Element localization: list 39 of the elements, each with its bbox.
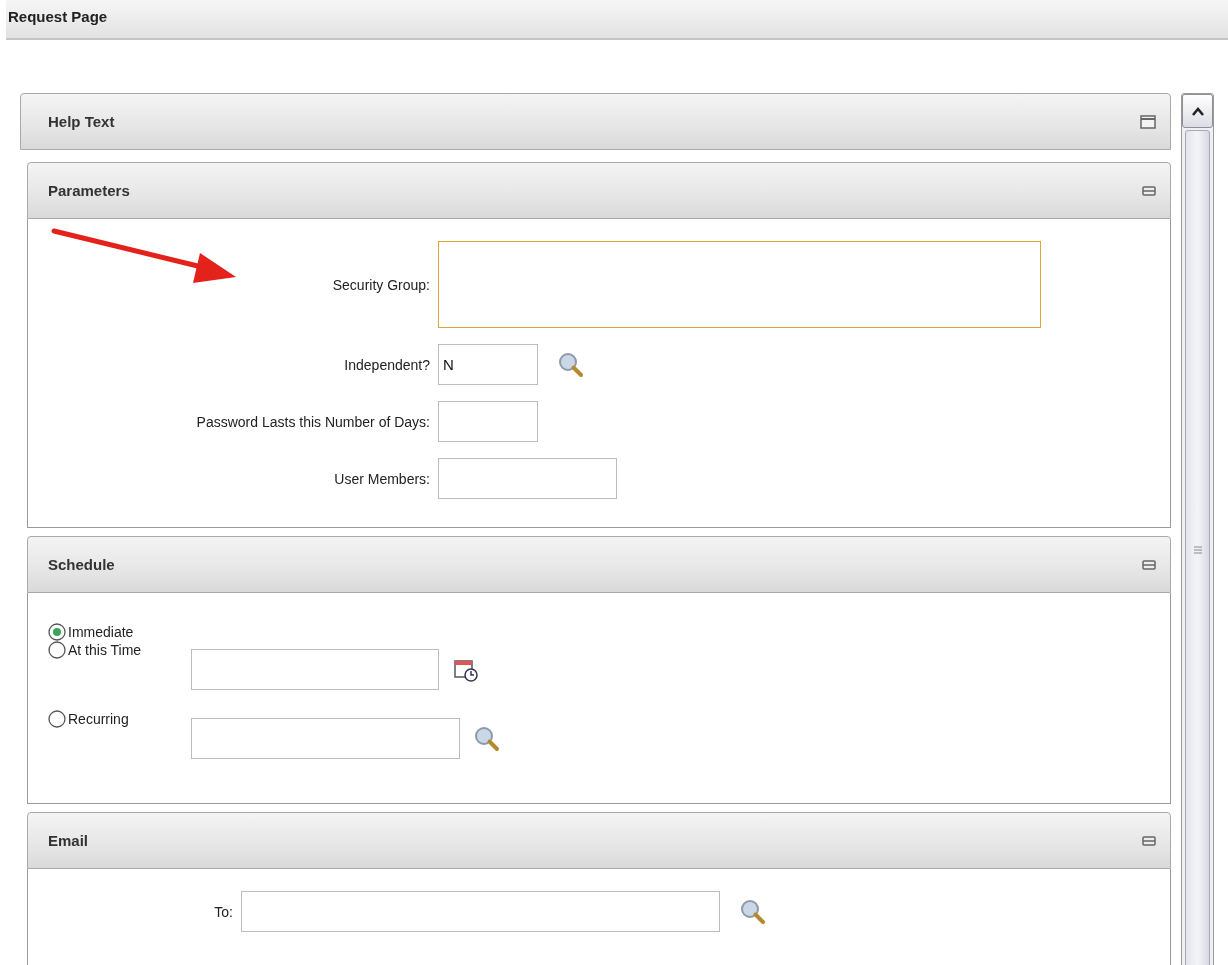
panel-header[interactable]: Schedule [27,536,1171,593]
input-field[interactable] [241,891,720,932]
caret-up-icon [1190,106,1205,116]
radio-button[interactable] [48,641,66,659]
search-icon[interactable] [740,898,766,925]
minimize-icon[interactable] [1142,835,1156,846]
panel-header[interactable]: Parameters [27,162,1171,219]
panel-title: Help Text [48,113,115,130]
input-field[interactable] [191,649,439,690]
panel-header[interactable]: Email [27,812,1171,869]
radio-button[interactable] [48,623,66,641]
input-field[interactable] [438,401,538,442]
search-icon[interactable] [474,725,500,752]
panel-header[interactable]: Help Text [20,93,1171,150]
restore-icon[interactable] [1140,114,1156,129]
radio-label: Recurring [68,711,129,727]
panel-title: Schedule [48,556,115,573]
input-field[interactable] [438,241,1041,328]
scroll-thumb[interactable] [1185,130,1210,965]
minimize-icon[interactable] [1142,559,1156,570]
field-label: Security Group: [331,276,430,293]
field-label: User Members: [333,470,430,487]
panel-title: Email [48,832,89,849]
field-label: To: [213,903,233,920]
field-label: Password Lasts this Number of Days: [195,413,430,430]
radio-label: At this Time [68,642,142,658]
scrollbar[interactable] [1181,93,1214,965]
input-field[interactable] [191,718,460,759]
input-field[interactable] [438,458,617,499]
panel-title: Parameters [48,182,130,199]
radio-label: Immediate [68,624,134,640]
radio-button[interactable] [48,710,66,728]
grip-icon [1193,546,1202,554]
search-icon[interactable] [558,351,584,378]
input-field[interactable]: N [438,344,538,385]
page-title: Request Page [8,7,108,27]
field-label: Independent? [343,356,430,373]
scroll-up-button[interactable] [1182,94,1213,128]
minimize-icon[interactable] [1142,185,1156,196]
